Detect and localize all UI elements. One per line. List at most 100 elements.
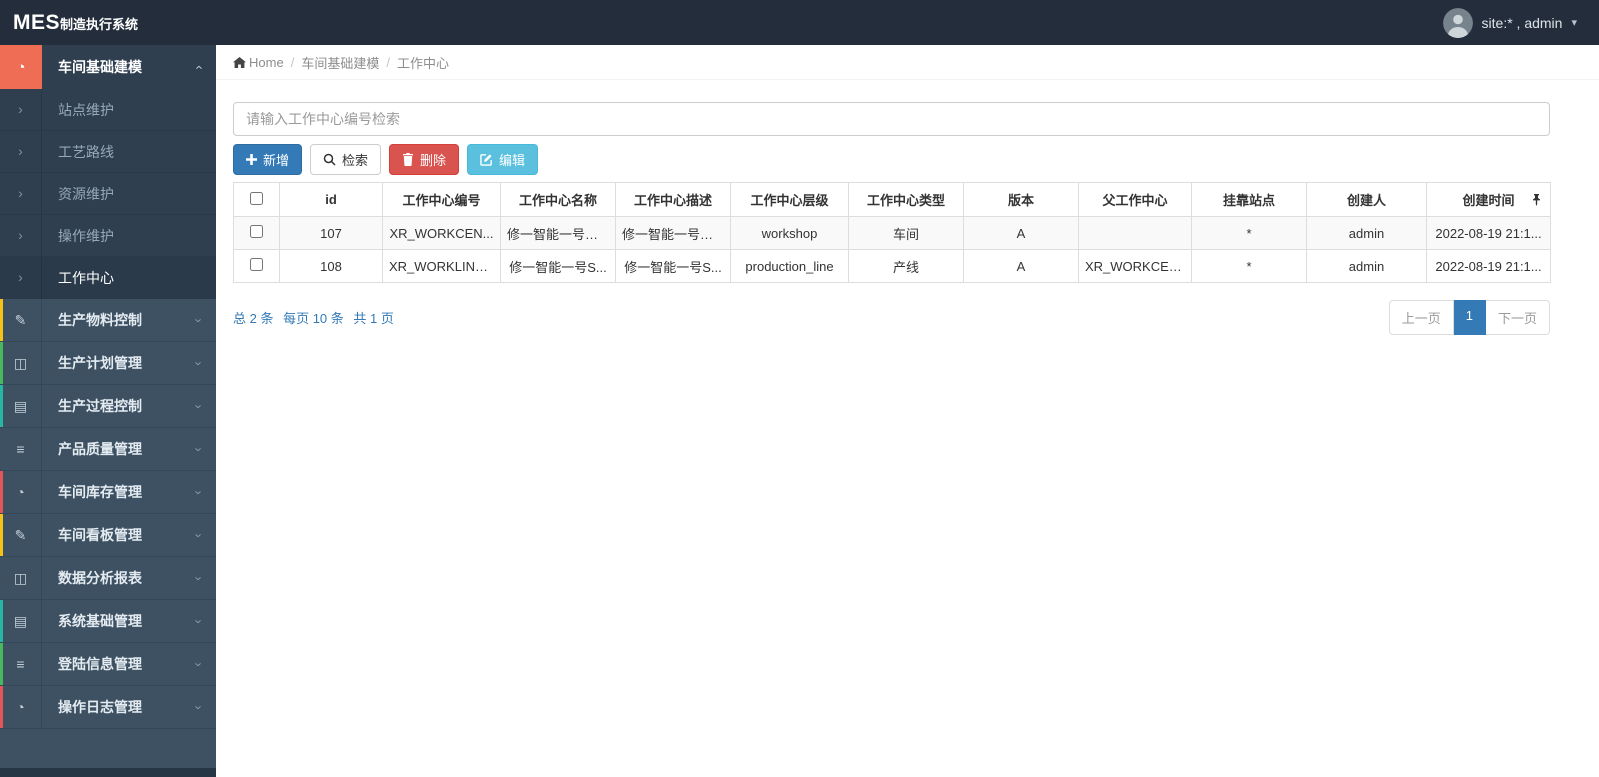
trash-icon: [403, 153, 414, 166]
search-button[interactable]: 检索: [310, 144, 382, 175]
chevron-down-icon: ›: [191, 489, 207, 495]
cell-created-time: 2022-08-19 21:1...: [1426, 216, 1551, 250]
accent-stripe: [0, 385, 3, 427]
sidebar-item-workshop-kanban-management[interactable]: ✎ 车间看板管理 ›: [0, 514, 216, 557]
pagination-summary[interactable]: 总 2 条 每页 10 条 共 1 页: [233, 300, 400, 327]
sidebar-item-production-material-control[interactable]: ✎ 生产物料控制 ›: [0, 299, 216, 342]
breadcrumb-current: 工作中心: [396, 55, 449, 71]
prev-page-button[interactable]: 上一页: [1388, 300, 1454, 335]
sidebar-item-workshop-inventory-management[interactable]: ◔ 车间库存管理 ›: [0, 471, 216, 514]
next-page-button[interactable]: 下一页: [1485, 300, 1550, 335]
sidebar-item-data-analysis-report[interactable]: ◫ 数据分析报表 ›: [0, 557, 216, 600]
sidebar-item-label: 车间库存管理: [58, 484, 142, 500]
breadcrumb-separator: /: [386, 54, 390, 70]
table-header-row: id 工作中心编号 工作中心名称 工作中心描述 工作中心层级 工作中心类型 版本…: [233, 182, 1551, 217]
row-checkbox[interactable]: [250, 225, 263, 238]
sidebar-item-login-info-management[interactable]: ≡ 登陆信息管理 ›: [0, 643, 216, 686]
cell-creator: admin: [1306, 249, 1427, 283]
table-row[interactable]: 107 XR_WORKCEN... 修一智能一号车间 修一智能一号车间 work…: [233, 216, 1551, 250]
user-menu[interactable]: site:* , admin ▾: [1442, 7, 1599, 38]
sidebar-item-station-maintenance[interactable]: › 站点维护: [0, 89, 216, 131]
book-icon: ▤: [0, 385, 42, 427]
pencil-square-icon: ✎: [0, 514, 42, 556]
plus-icon: [246, 154, 257, 165]
page-1-button[interactable]: 1: [1453, 300, 1486, 335]
chevron-down-icon: ›: [191, 317, 207, 323]
column-header-id: id: [279, 182, 383, 217]
cell-description: 修一智能一号车间: [615, 216, 731, 250]
work-center-panel: 新增 检索 删除 编辑: [216, 80, 1599, 335]
breadcrumb-separator: /: [290, 54, 295, 70]
sidebar-item-operation-log-management[interactable]: ◔ 操作日志管理 ›: [0, 686, 216, 729]
sidebar-item-label: 工艺路线: [58, 143, 114, 160]
sidebar: ◔ 车间基础建模 › › 站点维护 › 工艺路线 › 资源维护 › 操作维护 ›…: [0, 45, 216, 777]
dashboard-icon: ◔: [0, 686, 42, 728]
toolbar: 新增 检索 删除 编辑: [233, 144, 1550, 175]
cell-type: 车间: [848, 216, 964, 250]
breadcrumb: Home / 车间基础建模 / 工作中心: [216, 45, 1599, 80]
sidebar-item-label: 生产过程控制: [58, 398, 142, 414]
cell-id: 108: [279, 249, 383, 283]
chevron-right-icon: ›: [0, 257, 42, 298]
caret-down-icon: ▾: [1571, 17, 1577, 29]
sidebar-item-label: 车间看板管理: [58, 527, 142, 543]
chevron-down-icon: ›: [191, 446, 207, 452]
accent-stripe: [0, 342, 3, 384]
table-row[interactable]: 108 XR_WORKLINE... 修一智能一号S... 修一智能一号S...…: [233, 249, 1551, 283]
sidebar-item-label: 产品质量管理: [58, 441, 142, 457]
sidebar-footer: [0, 768, 216, 777]
app-logo[interactable]: MES制造执行系统: [0, 11, 138, 35]
edit-icon: [480, 154, 492, 166]
column-header-created-time: 创建时间: [1426, 182, 1551, 217]
breadcrumb-level1[interactable]: 车间基础建模: [301, 53, 379, 72]
sidebar-item-work-center[interactable]: › 工作中心: [0, 257, 216, 299]
column-header-description: 工作中心描述: [615, 182, 731, 217]
column-header-version: 版本: [963, 182, 1079, 217]
select-all-cell: [233, 182, 280, 217]
breadcrumb-home-link[interactable]: Home: [233, 55, 284, 70]
sidebar-item-process-route[interactable]: › 工艺路线: [0, 131, 216, 173]
delete-button[interactable]: 删除: [389, 144, 460, 175]
dashboard-icon: ◔: [0, 45, 42, 89]
list-icon: ≡: [0, 428, 42, 470]
pagination-total: 总 2 条: [233, 311, 274, 326]
add-button[interactable]: 新增: [233, 144, 303, 175]
pin-icon[interactable]: [1532, 194, 1541, 206]
chevron-down-icon: ›: [191, 360, 207, 366]
accent-stripe: [0, 643, 3, 685]
edit-button[interactable]: 编辑: [467, 144, 539, 175]
sidebar-item-system-basic-management[interactable]: ▤ 系统基础管理 ›: [0, 600, 216, 643]
cell-station: *: [1191, 216, 1307, 250]
chevron-right-icon: ›: [0, 131, 42, 172]
sidebar-item-label: 站点维护: [58, 101, 114, 118]
select-all-checkbox[interactable]: [250, 191, 263, 205]
columns-icon: ◫: [0, 342, 42, 384]
sidebar-item-production-plan-management[interactable]: ◫ 生产计划管理 ›: [0, 342, 216, 385]
chevron-down-icon: ›: [191, 661, 207, 667]
pencil-square-icon: ✎: [0, 299, 42, 341]
work-center-search-input[interactable]: [233, 102, 1550, 136]
book-icon: ▤: [0, 600, 42, 642]
columns-icon: ◫: [0, 557, 42, 599]
sidebar-group-workshop-modeling[interactable]: ◔ 车间基础建模 ›: [0, 45, 216, 89]
sidebar-item-operation-maintenance[interactable]: › 操作维护: [0, 215, 216, 257]
list-icon: ≡: [0, 643, 42, 685]
sidebar-group-label: 车间基础建模: [58, 59, 142, 75]
cell-station: *: [1191, 249, 1307, 283]
chevron-down-icon: ›: [191, 618, 207, 624]
cell-level: production_line: [730, 249, 849, 283]
sidebar-item-label: 工作中心: [58, 269, 114, 286]
sidebar-item-label: 登陆信息管理: [58, 656, 142, 672]
row-checkbox[interactable]: [250, 258, 263, 271]
sidebar-item-label: 资源维护: [58, 185, 114, 202]
column-header-code: 工作中心编号: [382, 182, 501, 217]
dashboard-icon: ◔: [0, 471, 42, 513]
user-label: site:* , admin: [1481, 14, 1563, 31]
sidebar-item-product-quality-management[interactable]: ≡ 产品质量管理 ›: [0, 428, 216, 471]
sidebar-item-resource-maintenance[interactable]: › 资源维护: [0, 173, 216, 215]
accent-stripe: [0, 299, 3, 341]
chevron-up-icon: ›: [190, 64, 206, 70]
cell-code: XR_WORKLINE...: [382, 249, 501, 283]
sidebar-item-production-process-control[interactable]: ▤ 生产过程控制 ›: [0, 385, 216, 428]
accent-stripe: [0, 514, 3, 556]
